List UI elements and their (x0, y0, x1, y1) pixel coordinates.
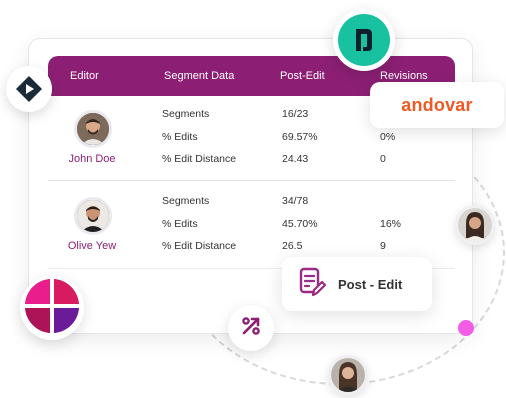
post-edit-badge: Post - Edit (282, 257, 432, 311)
revisions-edits-value: 0% (380, 131, 396, 143)
column-header-revisions: Revisions (380, 70, 428, 82)
row-divider (48, 180, 455, 181)
editor-avatar (74, 197, 112, 235)
percent-badge (228, 305, 274, 351)
post-edit-edits-value: 45.70% (282, 218, 318, 230)
segments-label: Segments (162, 195, 210, 207)
top-logo-badge (333, 9, 395, 71)
percent-icon (239, 314, 263, 343)
left-logo-badge (6, 66, 52, 112)
andovar-logo-badge: andovar (370, 82, 504, 128)
segments-label: Segments (162, 108, 210, 120)
editor-name: John Doe (68, 153, 116, 165)
post-edit-segments-value: 34/78 (282, 195, 309, 207)
pink-dot-marker (458, 320, 474, 336)
revisions-distance-value: 0 (380, 153, 386, 165)
grid-circle-icon (24, 278, 80, 339)
andovar-logo-text: andovar (401, 94, 473, 115)
post-edit-distance-value: 24.43 (282, 153, 309, 165)
bookmark-logo-icon (338, 14, 390, 66)
edits-label: % Edits (162, 131, 198, 143)
editor-avatar (74, 110, 112, 148)
grid-circle-badge (20, 276, 84, 340)
document-edit-icon (298, 266, 327, 303)
post-edit-label: Post - Edit (338, 276, 403, 292)
post-edit-distance-value: 26.5 (282, 240, 303, 252)
play-diamond-icon (10, 70, 48, 108)
edit-distance-label: % Edit Distance (162, 153, 237, 165)
post-edit-segments-value: 16/23 (282, 108, 309, 120)
reviewer-avatar (455, 205, 495, 245)
column-header-editor: Editor (70, 70, 99, 82)
edits-label: % Edits (162, 218, 198, 230)
column-header-segment-data: Segment Data (164, 70, 235, 82)
reviewer-avatar (328, 355, 368, 395)
edit-distance-label: % Edit Distance (162, 240, 237, 252)
editor-name: Olive Yew (67, 240, 117, 252)
column-header-post-edit: Post-Edit (280, 70, 325, 82)
post-edit-edits-value: 69.57% (282, 131, 318, 143)
revisions-distance-value: 9 (380, 240, 386, 252)
revisions-edits-value: 16% (380, 218, 402, 230)
